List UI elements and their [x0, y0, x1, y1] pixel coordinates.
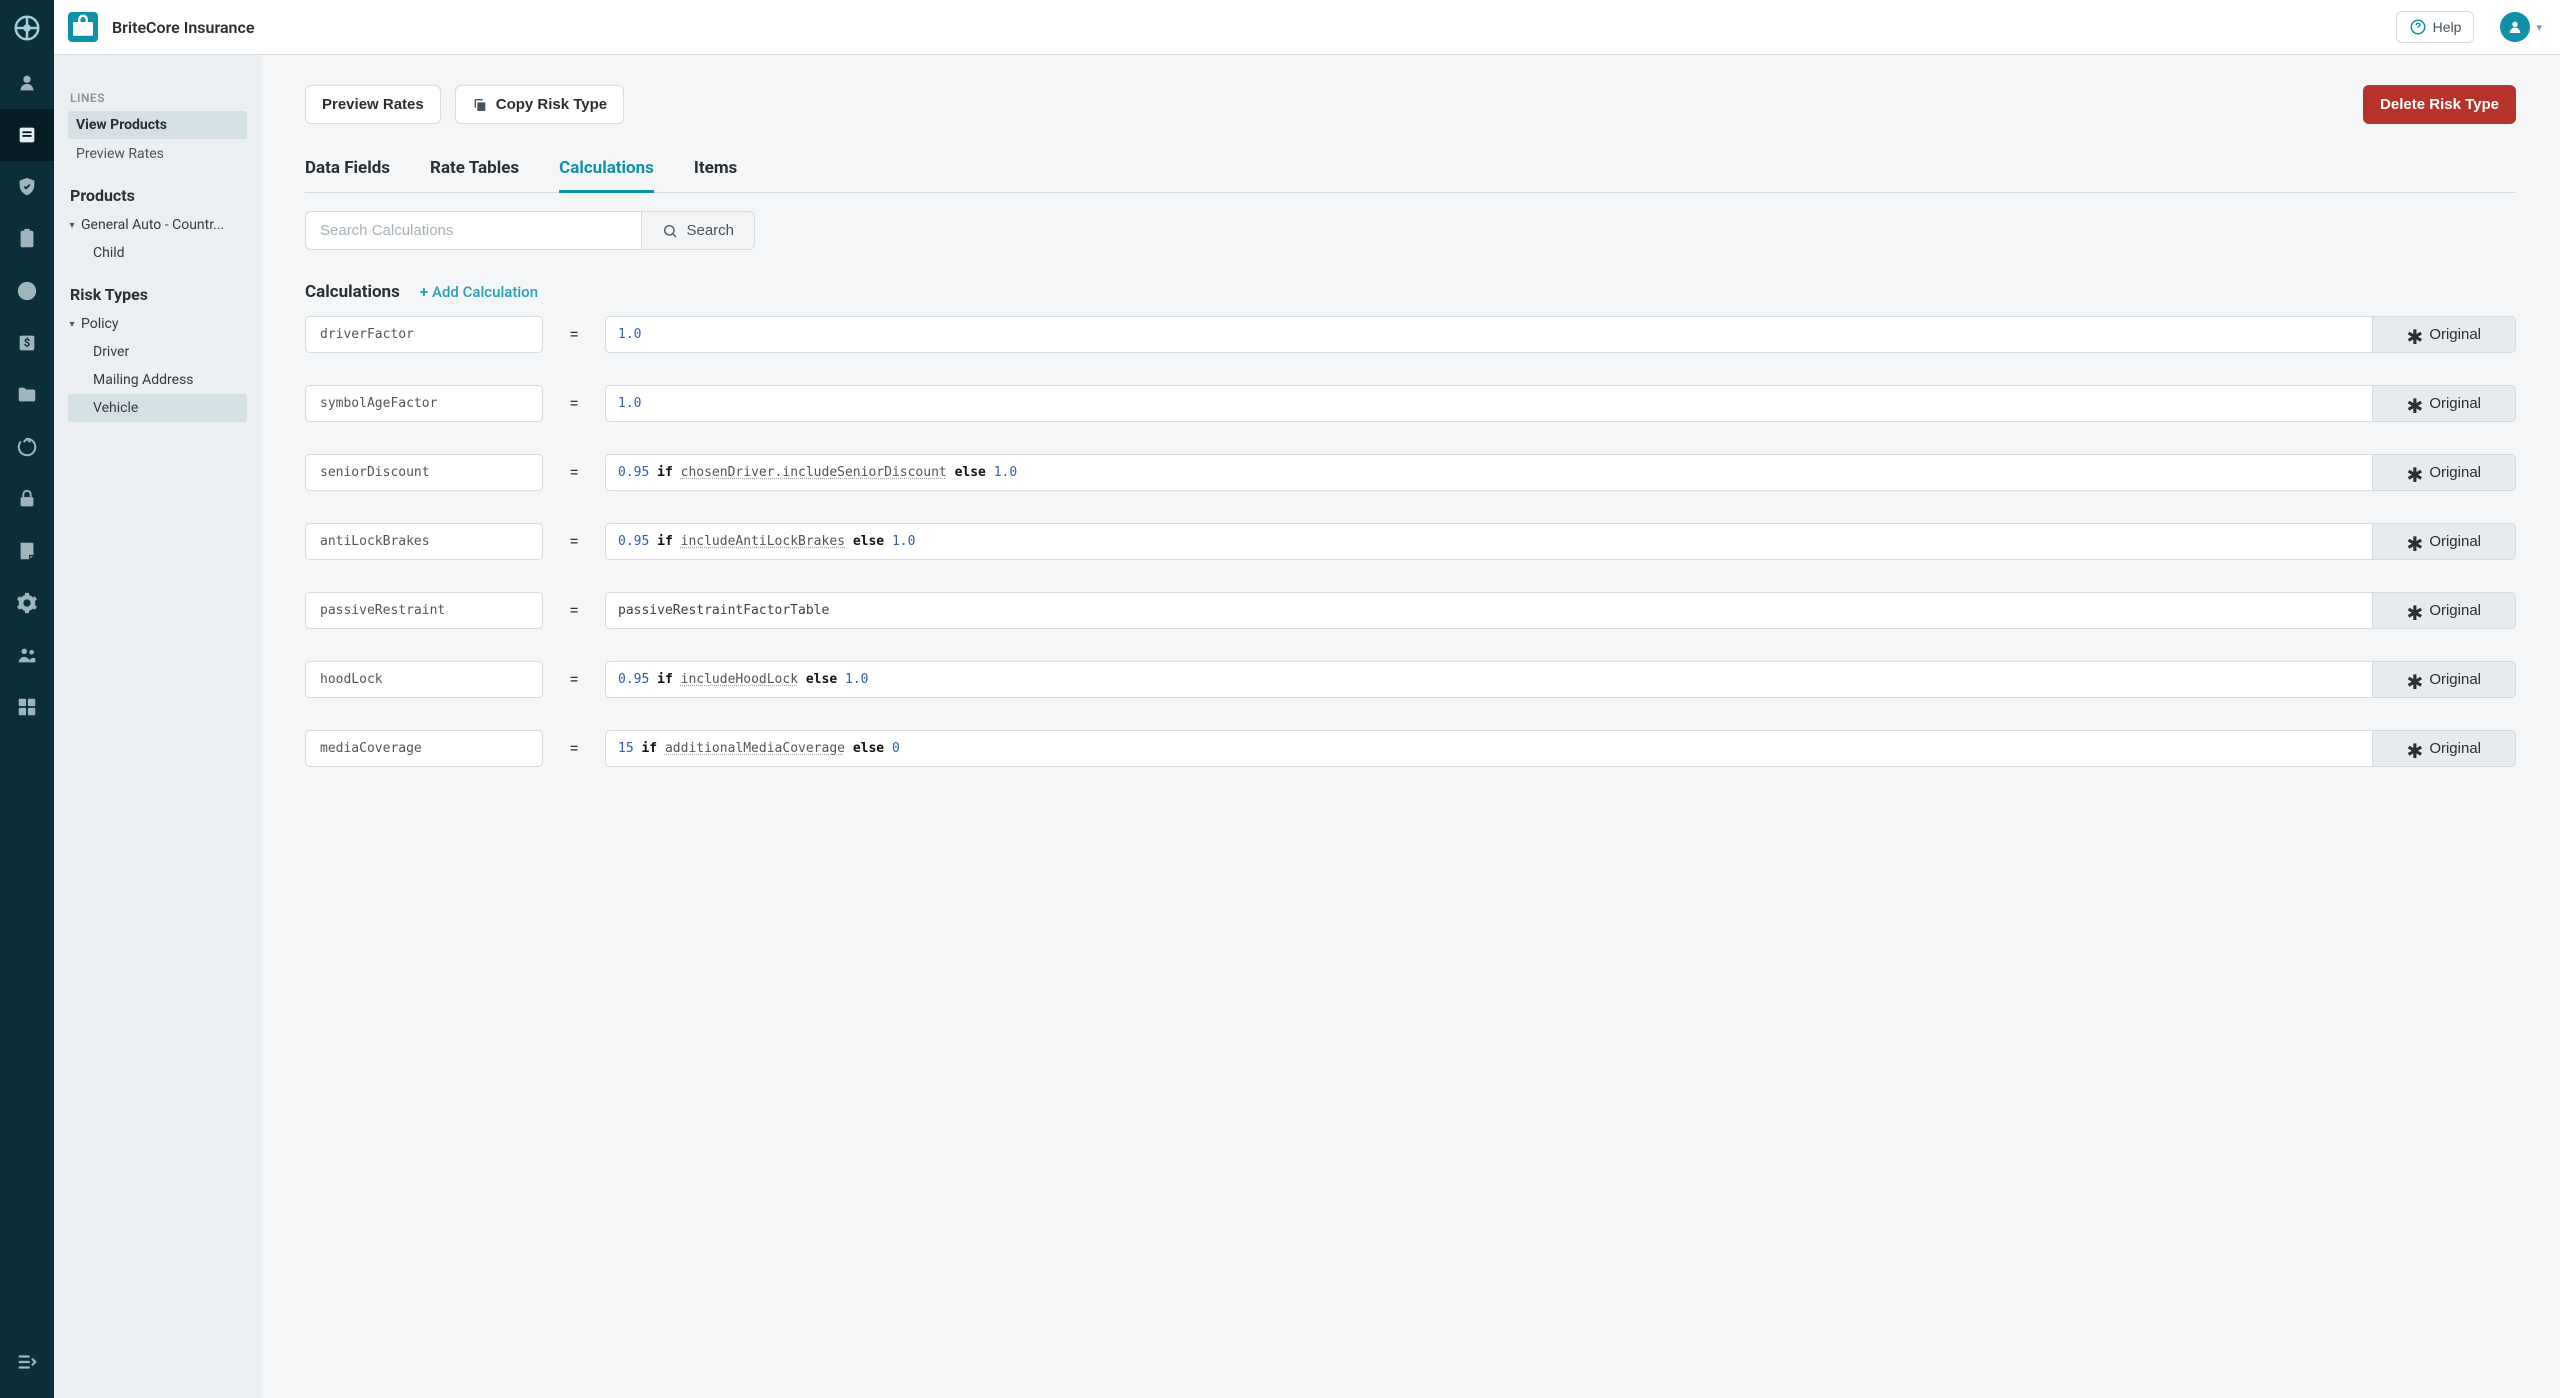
plus-icon: +	[420, 283, 428, 301]
nav-refresh-icon[interactable]	[0, 421, 54, 473]
sidebar-preview-rates[interactable]: Preview Rates	[68, 140, 247, 168]
calculation-expression-input[interactable]: 1.0	[605, 316, 2372, 353]
products-heading: Products	[70, 186, 247, 205]
risk-driver-row[interactable]: Driver	[68, 338, 247, 366]
calculation-row: symbolAgeFactor = 1.0✱Original	[305, 385, 2516, 422]
nav-grid-icon[interactable]	[0, 681, 54, 733]
nav-note-icon[interactable]	[0, 525, 54, 577]
calculation-name-input[interactable]: seniorDiscount	[305, 454, 543, 491]
risk-vehicle-row[interactable]: Vehicle	[68, 394, 247, 422]
risk-mailing-label: Mailing Address	[93, 372, 241, 388]
calculation-row: passiveRestraint = passiveRestraintFactorT…	[305, 592, 2516, 629]
original-button[interactable]: ✱Original	[2372, 730, 2516, 767]
nav-folder-icon[interactable]	[0, 369, 54, 421]
calculation-row: hoodLock = 0.95 if includeHoodLock else 1.…	[305, 661, 2516, 698]
tab-items[interactable]: Items	[694, 152, 737, 193]
calculation-expression-input[interactable]: 1.0	[605, 385, 2372, 422]
tab-rate-tables[interactable]: Rate Tables	[430, 152, 519, 193]
calculation-expression-input[interactable]: 15 if additionalMediaCoverage else 0	[605, 730, 2372, 767]
calculation-name-input[interactable]: mediaCoverage	[305, 730, 543, 767]
help-button[interactable]: Help	[2396, 11, 2475, 43]
risk-policy-row[interactable]: ▾ Policy	[68, 310, 247, 338]
nav-people-icon[interactable]	[0, 57, 54, 109]
product-child-label: Child	[93, 245, 241, 261]
calculation-row: driverFactor = 1.0✱Original	[305, 316, 2516, 353]
search-button[interactable]: Search	[641, 211, 755, 250]
nav-collapse-icon[interactable]	[0, 1336, 54, 1388]
risk-driver-label: Driver	[93, 344, 241, 360]
original-button[interactable]: ✱Original	[2372, 592, 2516, 629]
nav-lock-icon[interactable]	[0, 473, 54, 525]
copy-risk-type-button[interactable]: Copy Risk Type	[455, 85, 624, 124]
product-child-row[interactable]: Child	[68, 239, 247, 267]
equals-sign: =	[567, 325, 581, 345]
calculation-name-input[interactable]: driverFactor	[305, 316, 543, 353]
nav-clipboard-icon[interactable]	[0, 213, 54, 265]
calculation-name-input[interactable]: passiveRestraint	[305, 592, 543, 629]
calculation-expression-input[interactable]: 0.95 if includeAntiLockBrakes else 1.0	[605, 523, 2372, 560]
content: Preview Rates Copy Risk Type Delete Risk…	[261, 55, 2560, 1398]
original-button[interactable]: ✱Original	[2372, 454, 2516, 491]
equals-sign: =	[567, 463, 581, 483]
icon-rail: $	[0, 0, 54, 1398]
nav-billing-icon[interactable]: $	[0, 317, 54, 369]
search-icon	[662, 223, 678, 239]
equals-sign: =	[567, 739, 581, 759]
nav-products-icon[interactable]	[0, 109, 54, 161]
original-button[interactable]: ✱Original	[2372, 316, 2516, 353]
copy-icon	[472, 97, 488, 113]
tab-calculations[interactable]: Calculations	[559, 152, 654, 193]
risk-policy-label: Policy	[81, 316, 241, 332]
equals-sign: =	[567, 670, 581, 690]
preview-rates-button[interactable]: Preview Rates	[305, 85, 441, 124]
nav-settings-icon[interactable]	[0, 577, 54, 629]
calculation-expression-input[interactable]: passiveRestraintFactorTable	[605, 592, 2372, 629]
calculation-list: driverFactor=1.0✱OriginalsymbolAgeFactor…	[305, 316, 2516, 767]
topbar: BriteCore Insurance Help ▾	[54, 0, 2560, 55]
user-menu[interactable]: ▾	[2500, 12, 2542, 42]
calculation-name-input[interactable]: symbolAgeFactor	[305, 385, 543, 422]
sidebar-view-products[interactable]: View Products	[68, 111, 247, 139]
risk-mailing-row[interactable]: Mailing Address	[68, 366, 247, 394]
equals-sign: =	[567, 394, 581, 414]
sidebar: LINES View Products Preview Rates Produc…	[54, 55, 261, 1398]
tab-data-fields[interactable]: Data Fields	[305, 152, 390, 193]
help-label: Help	[2433, 19, 2462, 35]
app-icon	[68, 12, 98, 42]
product-line-row[interactable]: ▾ General Auto - Countr...	[68, 211, 247, 239]
original-button[interactable]: ✱Original	[2372, 385, 2516, 422]
add-calculation-link[interactable]: + Add Calculation	[420, 283, 538, 301]
section-title: Calculations	[305, 282, 400, 302]
equals-sign: =	[567, 532, 581, 552]
original-button[interactable]: ✱Original	[2372, 523, 2516, 560]
svg-text:$: $	[24, 337, 30, 350]
delete-risk-type-button[interactable]: Delete Risk Type	[2363, 85, 2516, 124]
avatar-icon	[2500, 12, 2530, 42]
product-line-label: General Auto - Countr...	[81, 217, 241, 233]
nav-shield-icon[interactable]	[0, 161, 54, 213]
calculation-row: seniorDiscount = 0.95 if chosenDriver.incl…	[305, 454, 2516, 491]
chevron-down-icon: ▾	[2536, 21, 2542, 34]
equals-sign: =	[567, 601, 581, 621]
calculation-row: mediaCoverage = 15 if additionalMediaCover…	[305, 730, 2516, 767]
nav-chart-icon[interactable]	[0, 265, 54, 317]
original-button[interactable]: ✱Original	[2372, 661, 2516, 698]
tabs: Data Fields Rate Tables Calculations Ite…	[305, 152, 2516, 193]
calculation-expression-input[interactable]: 0.95 if chosenDriver.includeSeniorDiscou…	[605, 454, 2372, 491]
nav-users-icon[interactable]	[0, 629, 54, 681]
risk-vehicle-label: Vehicle	[93, 400, 241, 416]
search-input[interactable]	[305, 211, 641, 250]
calculation-name-input[interactable]: hoodLock	[305, 661, 543, 698]
lines-heading: LINES	[70, 91, 247, 105]
calculation-expression-input[interactable]: 0.95 if includeHoodLock else 1.0	[605, 661, 2372, 698]
risk-types-heading: Risk Types	[70, 285, 247, 304]
calculation-name-input[interactable]: antiLockBrakes	[305, 523, 543, 560]
app-title: BriteCore Insurance	[112, 18, 254, 37]
caret-down-icon: ▾	[68, 319, 76, 330]
calculation-row: antiLockBrakes = 0.95 if includeAntiLockBr…	[305, 523, 2516, 560]
logo	[0, 0, 54, 55]
caret-down-icon: ▾	[68, 220, 76, 231]
